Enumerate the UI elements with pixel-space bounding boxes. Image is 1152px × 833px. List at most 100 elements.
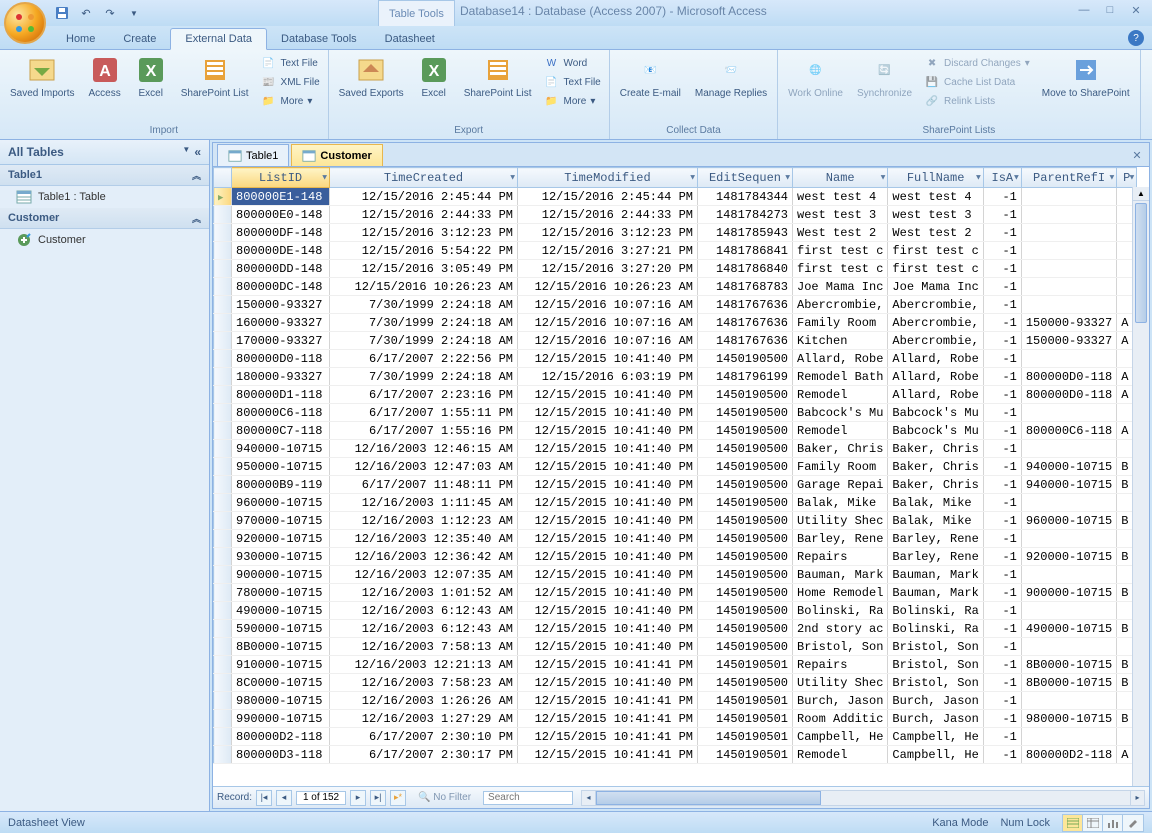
grid-cell[interactable]: 910000-10715 [232,656,330,674]
grid-cell[interactable]: Barley, Rene [888,548,983,566]
grid-cell[interactable]: Balak, Mike [793,494,888,512]
row-selector[interactable] [214,548,232,566]
grid-cell[interactable]: 800000D3-118 [232,746,330,764]
new-record-button[interactable]: ▸* [390,790,406,806]
grid-cell[interactable]: 6/17/2007 11:48:11 PM [330,476,518,494]
save-icon[interactable] [52,3,72,23]
grid-cell[interactable]: -1 [983,458,1021,476]
grid-cell[interactable]: 12/15/2015 10:41:40 PM [518,620,698,638]
import-excel-button[interactable]: XExcel [129,52,173,101]
column-dropdown-icon[interactable]: ▼ [1109,173,1114,182]
grid-cell[interactable] [1021,440,1116,458]
grid-cell[interactable]: Babcock's Mu [888,422,983,440]
import-access-button[interactable]: AAccess [82,52,126,101]
grid-cell[interactable] [1021,188,1116,206]
grid-cell[interactable]: 1481767636 [698,332,793,350]
grid-cell[interactable]: Allard, Robe [793,350,888,368]
chevron-down-icon[interactable]: ▼ [182,145,190,159]
grid-cell[interactable] [1021,260,1116,278]
grid-cell[interactable]: Barley, Rene [888,530,983,548]
grid-cell[interactable]: 6/17/2007 2:30:10 PM [330,728,518,746]
row-selector[interactable] [214,602,232,620]
column-header[interactable]: ParentRefI▼ [1021,168,1116,188]
grid-cell[interactable]: 1450190501 [698,692,793,710]
grid-cell[interactable]: Campbell, He [793,728,888,746]
grid-cell[interactable]: 1450190501 [698,728,793,746]
grid-cell[interactable]: 1450190500 [698,548,793,566]
grid-cell[interactable]: 1450190500 [698,566,793,584]
grid-cell[interactable]: 970000-10715 [232,512,330,530]
grid-cell[interactable]: 12/15/2016 6:03:19 PM [518,368,698,386]
grid-cell[interactable]: 12/16/2003 7:58:13 AM [330,638,518,656]
grid-cell[interactable]: 800000C6-118 [1021,422,1116,440]
grid-cell[interactable]: 12/15/2015 10:41:41 PM [518,692,698,710]
grid-cell[interactable]: 1450190500 [698,638,793,656]
grid-cell[interactable]: Utility Shec [793,512,888,530]
grid-cell[interactable]: 1450190500 [698,674,793,692]
row-selector[interactable] [214,620,232,638]
row-selector[interactable] [214,494,232,512]
import-sharepoint-button[interactable]: SharePoint List [175,52,255,101]
office-button[interactable] [4,2,46,44]
row-selector[interactable] [214,512,232,530]
column-header[interactable]: P▼ [1117,168,1137,188]
grid-cell[interactable]: west test 4 [793,188,888,206]
grid-cell[interactable]: 12/16/2003 12:21:13 AM [330,656,518,674]
tab-database-tools[interactable]: Database Tools [267,29,371,49]
grid-cell[interactable]: 1450190500 [698,584,793,602]
grid-cell[interactable] [1021,296,1116,314]
grid-cell[interactable]: -1 [983,584,1021,602]
grid-cell[interactable]: Balak, Mike [888,494,983,512]
column-header[interactable]: TimeModified▼ [518,168,698,188]
doc-tab[interactable]: Customer [291,144,382,166]
grid-cell[interactable]: 8B0000-10715 [232,638,330,656]
grid-cell[interactable]: 800000DC-148 [232,278,330,296]
grid-cell[interactable]: 12/15/2015 10:41:40 PM [518,404,698,422]
grid-cell[interactable]: Kitchen [793,332,888,350]
grid-cell[interactable]: 490000-10715 [1021,620,1116,638]
grid-cell[interactable]: -1 [983,710,1021,728]
grid-cell[interactable]: 1481767636 [698,296,793,314]
row-selector[interactable] [214,260,232,278]
grid-cell[interactable] [1021,206,1116,224]
grid-cell[interactable]: Repairs [793,656,888,674]
grid-cell[interactable]: Bauman, Mark [888,584,983,602]
grid-cell[interactable]: 920000-10715 [1021,548,1116,566]
grid-cell[interactable]: Campbell, He [888,746,983,764]
manage-replies-button[interactable]: 📨Manage Replies [689,52,773,101]
grid-cell[interactable]: 1450190500 [698,512,793,530]
grid-cell[interactable]: 12/15/2016 2:44:33 PM [330,206,518,224]
column-header[interactable]: ListID▼ [232,168,330,188]
export-word-button[interactable]: WWord [542,54,603,72]
grid-cell[interactable]: 12/15/2015 10:41:41 PM [518,656,698,674]
grid-cell[interactable]: Bauman, Mark [793,566,888,584]
grid-cell[interactable]: -1 [983,620,1021,638]
row-selector[interactable] [214,710,232,728]
grid-cell[interactable]: Utility Shec [793,674,888,692]
row-selector[interactable] [214,440,232,458]
row-selector[interactable] [214,638,232,656]
grid-cell[interactable]: 6/17/2007 1:55:16 PM [330,422,518,440]
grid-cell[interactable]: 12/16/2003 6:12:43 AM [330,620,518,638]
grid-cell[interactable]: Remodel Bath [793,368,888,386]
grid-cell[interactable]: 800000D0-118 [1021,368,1116,386]
pivot-table-view-button[interactable] [1083,815,1103,831]
grid-cell[interactable]: -1 [983,386,1021,404]
grid-cell[interactable]: 150000-93327 [1021,314,1116,332]
grid-cell[interactable]: -1 [983,422,1021,440]
close-tab-icon[interactable]: ✕ [1129,147,1145,163]
search-input[interactable] [483,791,573,805]
prev-record-button[interactable]: ◂ [276,790,292,806]
grid-cell[interactable] [1021,692,1116,710]
row-selector[interactable] [214,350,232,368]
column-dropdown-icon[interactable]: ▼ [881,173,886,182]
grid-cell[interactable]: 12/15/2016 2:45:44 PM [518,188,698,206]
nav-item[interactable]: Customer [0,229,209,251]
tab-external-data[interactable]: External Data [170,28,267,50]
tab-datasheet[interactable]: Datasheet [371,29,449,49]
row-selector[interactable] [214,296,232,314]
column-dropdown-icon[interactable]: ▼ [976,173,981,182]
grid-cell[interactable] [1021,566,1116,584]
create-email-button[interactable]: 📧Create E-mail [614,52,687,101]
grid-cell[interactable]: 1481796199 [698,368,793,386]
